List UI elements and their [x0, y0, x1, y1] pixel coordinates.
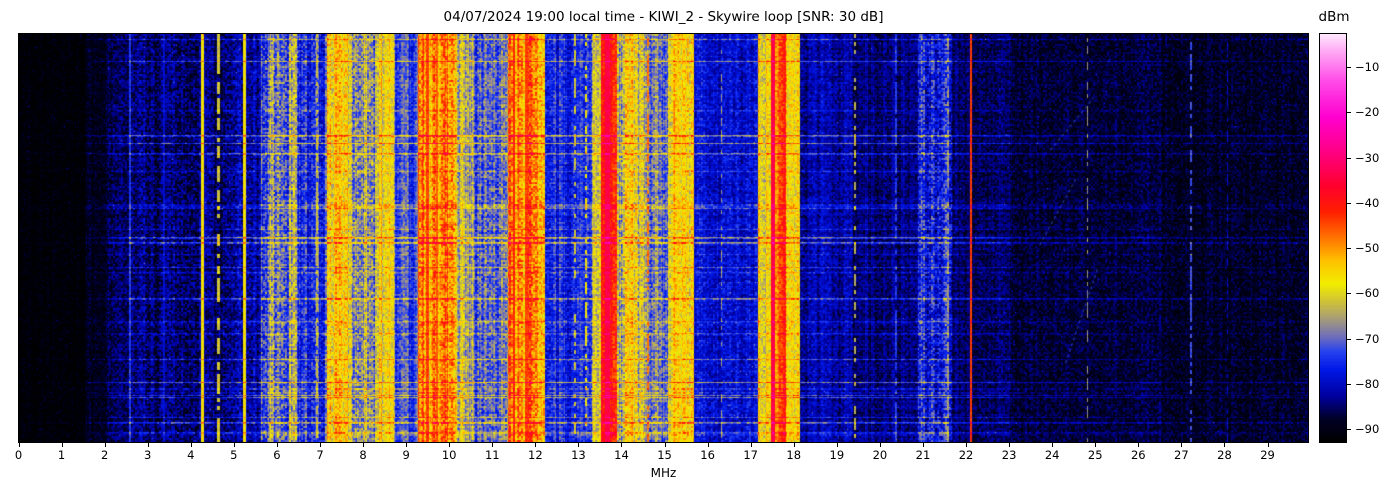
x-tick-mark — [1009, 443, 1011, 447]
x-tick-label: 12 — [528, 448, 543, 462]
x-tick-label: 25 — [1087, 448, 1103, 462]
x-tick-label: 10 — [441, 448, 457, 462]
x-axis-label: MHz — [650, 466, 677, 480]
x-tick-mark — [793, 443, 795, 447]
x-tick-mark — [1267, 443, 1269, 447]
colorbar-tick-mark — [1347, 112, 1351, 114]
colorbar-tick-label: −60 — [1355, 286, 1380, 301]
colorbar-tick-mark — [1347, 66, 1351, 68]
colorbar-tick-mark — [1347, 338, 1351, 340]
x-tick-label: 3 — [144, 448, 152, 462]
x-tick-label: 7 — [316, 448, 324, 462]
colorbar-title: dBm — [1318, 9, 1350, 25]
x-tick-label: 2 — [100, 448, 109, 462]
colorbar-canvas — [1320, 34, 1346, 442]
x-tick-label: 16 — [700, 448, 715, 462]
x-tick-label: 19 — [829, 448, 845, 462]
colorbar-tick-label: −40 — [1355, 195, 1380, 210]
x-tick-mark — [750, 443, 752, 447]
x-tick-mark — [1138, 443, 1140, 447]
x-tick-mark — [535, 443, 537, 447]
x-tick-mark — [190, 443, 192, 447]
colorbar-tick-mark — [1347, 429, 1351, 431]
x-tick-mark — [61, 443, 63, 447]
figure-root: { "figure": { "title": "04/07/2024 19:00… — [0, 0, 1400, 500]
colorbar-tick-label: −20 — [1355, 105, 1380, 120]
colorbar-tick-label: −30 — [1355, 150, 1380, 165]
x-tick-label: 15 — [657, 448, 672, 462]
chart-title: 04/07/2024 19:00 local time - KIWI_2 - S… — [443, 9, 884, 25]
x-tick-label: 5 — [230, 448, 238, 462]
x-tick-mark — [1181, 443, 1183, 447]
x-tick-label: 9 — [402, 448, 410, 462]
colorbar-tick-mark — [1347, 384, 1351, 386]
x-tick-label: 6 — [273, 448, 281, 462]
x-tick-mark — [18, 443, 20, 447]
x-tick-mark — [319, 443, 321, 447]
spectrogram-canvas — [19, 34, 1308, 442]
colorbar-tick-area: −10 −20 −30 −40 −50 −60 −70 −80 −90 — [1347, 33, 1399, 443]
spectrogram-plot — [18, 33, 1309, 443]
x-tick-label: 21 — [915, 448, 931, 462]
colorbar-tick-mark — [1347, 248, 1351, 250]
x-tick-label: 22 — [958, 448, 974, 462]
x-tick-label: 27 — [1174, 448, 1189, 462]
x-tick-mark — [449, 443, 451, 447]
x-tick-label: 24 — [1044, 448, 1060, 462]
x-tick-mark — [707, 443, 709, 447]
x-tick-mark — [664, 443, 666, 447]
x-tick-label: 13 — [571, 448, 586, 462]
colorbar-tick-mark — [1347, 202, 1351, 204]
x-tick-mark — [233, 443, 235, 447]
x-tick-label: 23 — [1001, 448, 1017, 462]
x-tick-label: 17 — [743, 448, 758, 462]
colorbar-tick-label: −70 — [1355, 331, 1380, 346]
x-tick-mark — [922, 443, 924, 447]
x-tick-label: 20 — [872, 448, 888, 462]
x-tick-mark — [879, 443, 881, 447]
x-tick-label: 4 — [187, 448, 195, 462]
x-tick-mark — [966, 443, 968, 447]
x-tick-label: 11 — [484, 448, 500, 462]
x-tick-mark — [276, 443, 278, 447]
x-tick-label: 29 — [1260, 448, 1275, 462]
x-tick-mark — [578, 443, 580, 447]
x-tick-mark — [1052, 443, 1054, 447]
x-tick-mark — [1095, 443, 1097, 447]
x-tick-mark — [363, 443, 365, 447]
x-tick-mark — [836, 443, 838, 447]
x-tick-label: 28 — [1217, 448, 1232, 462]
colorbar-tick-label: −10 — [1355, 59, 1380, 74]
x-tick-mark — [492, 443, 494, 447]
x-tick-label: 14 — [614, 448, 629, 462]
x-tick-label: 26 — [1130, 448, 1146, 462]
x-tick-mark — [1224, 443, 1226, 447]
colorbar-tick-mark — [1347, 293, 1351, 295]
x-tick-label: 0 — [14, 448, 23, 462]
x-tick-mark — [621, 443, 623, 447]
x-tick-label: 8 — [359, 448, 367, 462]
colorbar-tick-label: −90 — [1355, 422, 1380, 437]
colorbar-tick-label: −80 — [1355, 377, 1380, 392]
x-tick-mark — [147, 443, 149, 447]
x-tick-mark — [104, 443, 106, 447]
colorbar-tick-mark — [1347, 157, 1351, 159]
x-tick-label: 18 — [786, 448, 802, 462]
colorbar-tick-label: −50 — [1355, 241, 1380, 256]
x-tick-label: 1 — [57, 448, 66, 462]
x-tick-mark — [406, 443, 408, 447]
colorbar — [1319, 33, 1347, 443]
